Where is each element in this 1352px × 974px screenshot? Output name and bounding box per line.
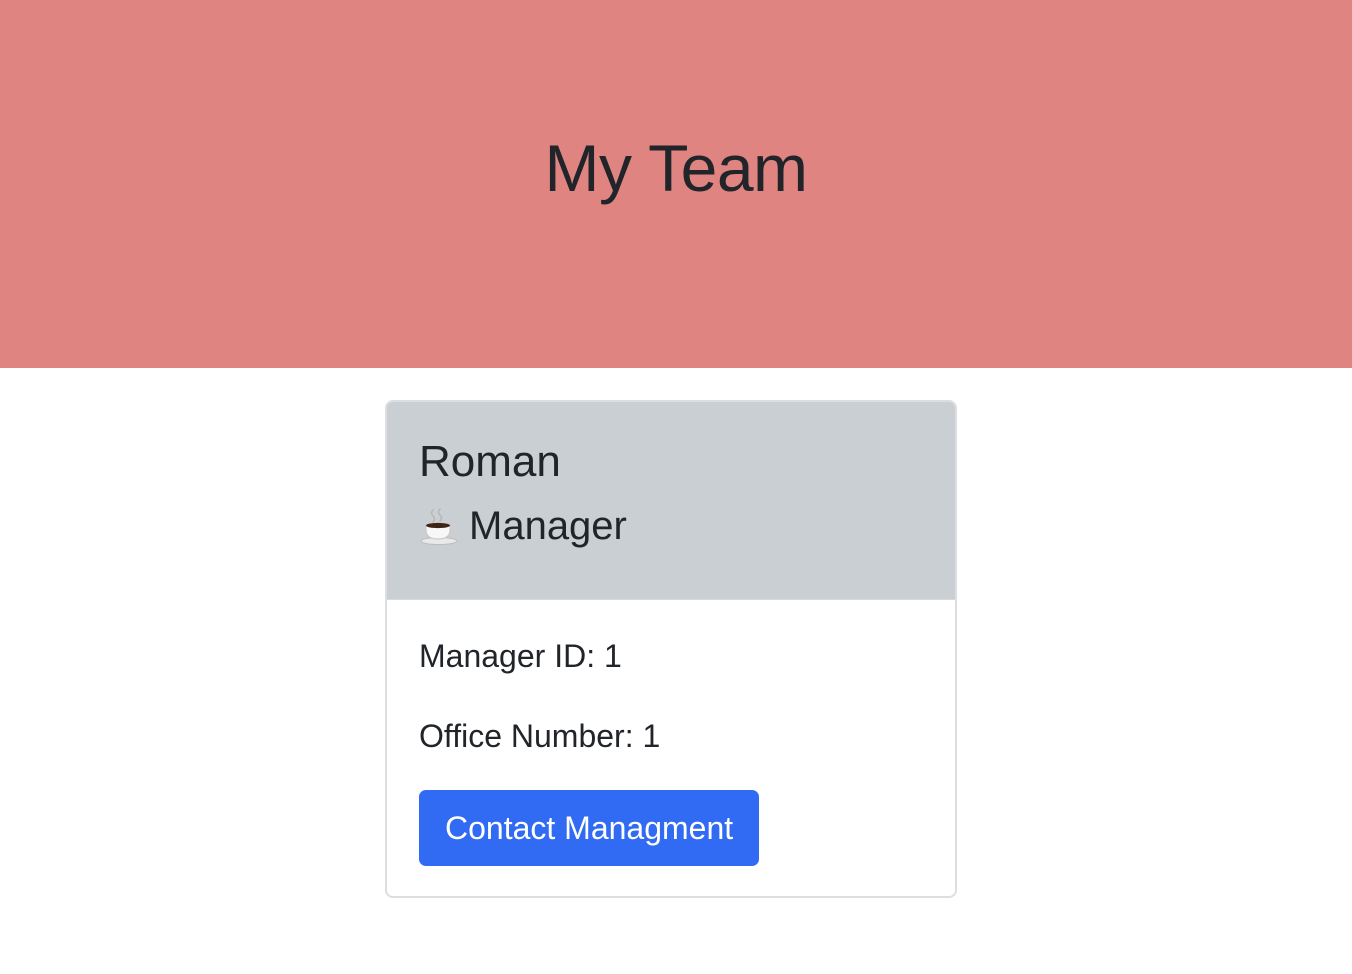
employee-role: Manager	[419, 500, 923, 552]
office-number: Office Number: 1	[419, 718, 661, 754]
card-body: Manager ID: 1 Office Number: 1 Contact M…	[387, 636, 955, 866]
page-title: My Team	[544, 131, 808, 205]
employee-name: Roman	[419, 437, 561, 486]
contact-management-button[interactable]: Contact Managment	[419, 790, 760, 866]
employee-role-label: Manager	[469, 504, 627, 548]
card-header: Roman Manager	[387, 402, 955, 600]
employee-card: Roman Manager Manager ID: 1 Office Numbe…	[385, 400, 957, 898]
coffee-icon	[419, 506, 459, 546]
page-header: My Team	[0, 0, 1352, 368]
manager-id: Manager ID: 1	[419, 638, 622, 674]
